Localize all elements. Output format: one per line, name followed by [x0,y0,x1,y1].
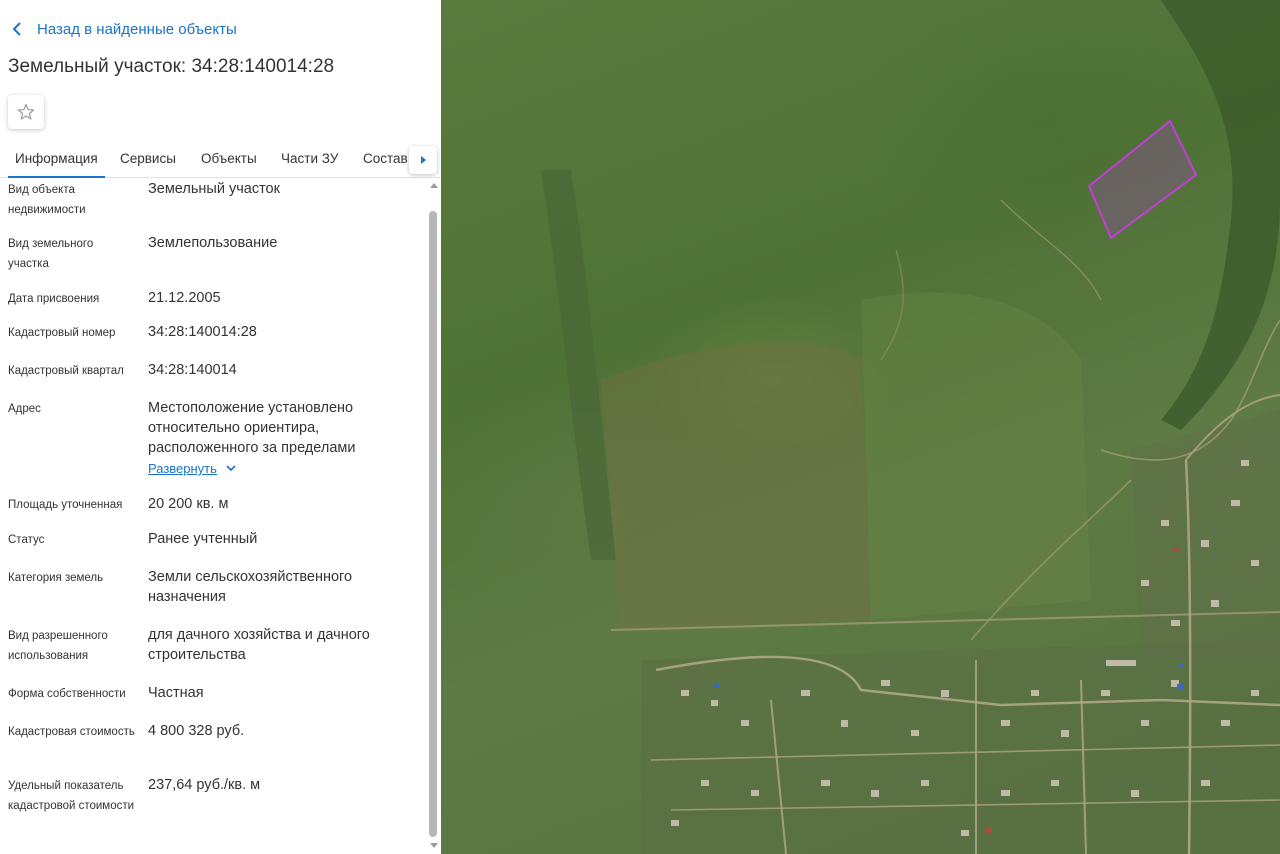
expand-label: Развернуть [148,461,217,476]
property-label: Кадастровый квартал [8,365,124,377]
property-label: Форма собственности [8,688,126,700]
property-info-panel: Назад в найденные объекты Земельный учас… [0,0,441,854]
tab-composition[interactable]: Состав [363,142,408,178]
property-label: Вид земельного участка [8,238,94,270]
property-value: Земельный участок [148,181,280,197]
scroll-down-arrow-icon[interactable] [430,843,438,849]
tab-information[interactable]: Информация [8,142,105,178]
property-list-scrollbar[interactable] [428,178,441,854]
property-value: 34:28:140014 [148,362,237,378]
chevron-down-icon [226,465,236,472]
star-outline-icon [17,103,35,120]
property-value: 237,64 руб./кв. м [148,777,261,793]
map-imagery [541,0,1280,854]
property-label: Кадастровая стоимость [8,726,135,738]
favorite-button[interactable] [8,95,44,129]
property-value: Ранее учтенный [148,531,258,547]
property-value: Местоположение установлено относительно … [148,400,356,456]
property-value: 21.12.2005 [148,290,221,306]
property-list: Вид объекта недвижимости Земельный участ… [0,178,428,854]
property-value: 34:28:140014:28 [148,324,257,340]
scroll-up-arrow-icon[interactable] [430,182,438,188]
page-title: Земельный участок: 34:28:140014:28 [8,56,335,77]
property-label: Дата присвоения [8,293,100,305]
parcel-boundary-polygon[interactable] [1087,119,1198,240]
property-value: 20 200 кв. м [148,496,229,512]
caret-right-icon [421,156,426,164]
property-label: Площадь уточненная [8,499,123,511]
property-value: Землепользование [148,235,278,251]
property-value: Земли сельскохозяйственного назначения [148,569,353,605]
scrollbar-thumb[interactable] [429,211,437,837]
property-label: Вид объекта недвижимости [8,184,86,216]
property-label: Кадастровый номер [8,327,116,339]
property-label: Удельный показатель кадастровой стоимост… [8,780,135,812]
property-label: Категория земель [8,572,104,584]
property-label: Вид разрешенного использования [8,630,108,662]
property-label: Статус [8,534,45,546]
tab-objects[interactable]: Объекты [201,142,257,178]
tab-parcel-parts[interactable]: Части ЗУ [281,142,338,178]
chevron-left-icon [12,18,30,40]
back-link-label: Назад в найденные объекты [37,20,237,38]
property-value: 4 800 328 руб. [148,723,245,739]
tab-bar: Информация Сервисы Объекты Части ЗУ Сост… [0,142,441,178]
back-to-results-link[interactable]: Назад в найденные объекты [12,18,237,40]
property-label: Адрес [8,403,41,415]
expand-address-link[interactable]: Развернуть [148,461,236,476]
property-value: Частная [148,685,204,701]
tabs-next-button[interactable] [409,146,437,174]
property-value: для дачного хозяйства и дачного строител… [148,627,370,663]
tab-services[interactable]: Сервисы [120,142,176,178]
satellite-map[interactable] [441,0,1280,854]
